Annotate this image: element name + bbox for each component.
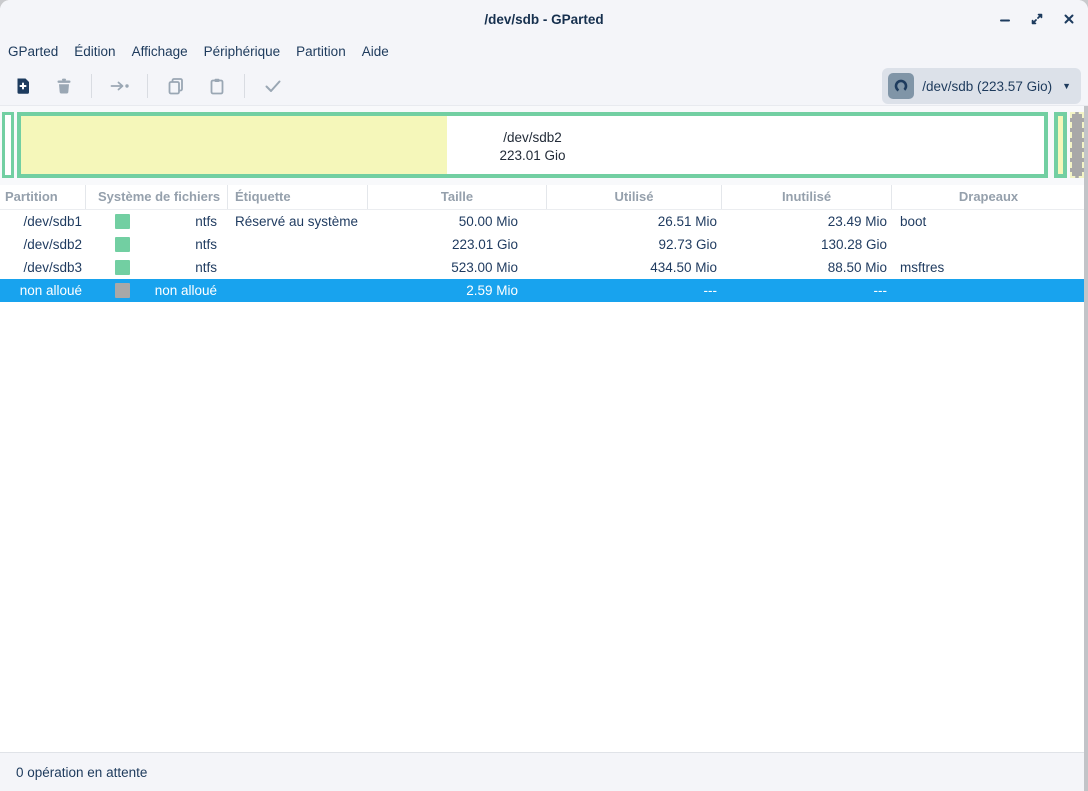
checkmark-icon — [263, 76, 283, 96]
menu-item-gparted[interactable]: GParted — [0, 38, 66, 66]
filesystem-name: ntfs — [195, 260, 217, 275]
trash-icon — [54, 76, 74, 96]
menu-item-aide[interactable]: Aide — [354, 38, 397, 66]
partition-table-body: /dev/sdb1 ntfs Réservé au système 50.00 … — [0, 210, 1088, 752]
flags-cell: boot — [892, 210, 1085, 233]
used-cell: 26.51 Mio — [547, 210, 722, 233]
partition-cell: /dev/sdb2 — [0, 233, 86, 256]
paste-button[interactable] — [196, 68, 237, 104]
table-row[interactable]: /dev/sdb2 ntfs 223.01 Gio 92.73 Gio 130.… — [0, 233, 1088, 256]
vertical-scrollbar[interactable] — [1084, 106, 1088, 791]
column-header-size[interactable]: Taille — [368, 185, 547, 209]
title-bar: /dev/sdb - GParted — [0, 0, 1088, 38]
table-row[interactable]: /dev/sdb1 ntfs Réservé au système 50.00 … — [0, 210, 1088, 233]
partition-table-header: Partition Système de fichiers Étiquette … — [0, 185, 1088, 210]
filesystem-color-swatch — [115, 214, 130, 229]
table-row[interactable]: non alloué non alloué 2.59 Mio --- --- — [0, 279, 1088, 302]
partition-segment-label: /dev/sdb2 223.01 Gio — [21, 129, 1044, 165]
filesystem-color-swatch — [115, 283, 130, 298]
menu-item-peripherique[interactable]: Périphérique — [196, 38, 289, 66]
copy-button[interactable] — [155, 68, 196, 104]
column-header-filesystem[interactable]: Système de fichiers — [86, 185, 228, 209]
size-cell: 2.59 Mio — [368, 279, 547, 302]
filesystem-color-swatch — [115, 237, 130, 252]
column-header-partition[interactable]: Partition — [0, 185, 86, 209]
filesystem-name: ntfs — [195, 214, 217, 229]
filesystem-name: ntfs — [195, 237, 217, 252]
gparted-window: /dev/sdb - GParted GParted Édition Affic… — [0, 0, 1088, 791]
partition-segment-unallocated[interactable] — [1070, 112, 1084, 178]
status-bar: 0 opération en attente — [0, 752, 1088, 791]
partition-segment-sdb1[interactable] — [2, 112, 14, 178]
unused-cell: 23.49 Mio — [722, 210, 892, 233]
device-selector[interactable]: /dev/sdb (223.57 Gio) ▼ — [882, 68, 1081, 104]
partition-cell: /dev/sdb1 — [0, 210, 86, 233]
menu-item-partition[interactable]: Partition — [288, 38, 354, 66]
flags-cell: msftres — [892, 256, 1085, 279]
unused-cell: 130.28 Gio — [722, 233, 892, 256]
toolbar-separator — [244, 74, 245, 98]
unused-cell: 88.50 Mio — [722, 256, 892, 279]
partition-cell: /dev/sdb3 — [0, 256, 86, 279]
resize-move-button[interactable] — [99, 68, 140, 104]
filesystem-name: non alloué — [155, 283, 217, 298]
filesystem-cell: ntfs — [86, 233, 228, 256]
table-row[interactable]: /dev/sdb3 ntfs 523.00 Mio 434.50 Mio 88.… — [0, 256, 1088, 279]
clipboard-icon — [207, 76, 227, 96]
size-cell: 223.01 Gio — [368, 233, 547, 256]
column-header-flags[interactable]: Drapeaux — [892, 185, 1085, 209]
copy-icon — [166, 76, 186, 96]
partition-cell: non alloué — [0, 279, 86, 302]
device-selector-label: /dev/sdb (223.57 Gio) — [922, 79, 1052, 94]
disk-visual-bar: /dev/sdb2 223.01 Gio — [0, 106, 1088, 185]
apply-button[interactable] — [252, 68, 293, 104]
restore-icon — [1030, 12, 1044, 26]
toolbar: /dev/sdb (223.57 Gio) ▼ — [0, 66, 1088, 106]
filesystem-cell: ntfs — [86, 210, 228, 233]
used-cell: --- — [547, 279, 722, 302]
arrow-dot-icon — [109, 76, 131, 96]
window-title: /dev/sdb - GParted — [484, 12, 603, 27]
close-icon — [1062, 12, 1076, 26]
window-controls — [998, 0, 1076, 38]
partition-segment-sdb3[interactable] — [1054, 112, 1067, 178]
used-cell: 434.50 Mio — [547, 256, 722, 279]
column-header-unused[interactable]: Inutilisé — [722, 185, 892, 209]
toolbar-separator — [91, 74, 92, 98]
menu-item-edition[interactable]: Édition — [66, 38, 123, 66]
column-header-used[interactable]: Utilisé — [547, 185, 722, 209]
menu-item-affichage[interactable]: Affichage — [124, 38, 196, 66]
filesystem-cell: non alloué — [86, 279, 228, 302]
close-button[interactable] — [1062, 12, 1076, 26]
minimize-icon — [998, 12, 1012, 26]
label-cell: Réservé au système — [228, 210, 368, 233]
document-plus-icon — [13, 76, 33, 96]
delete-partition-button[interactable] — [43, 68, 84, 104]
column-header-label[interactable]: Étiquette — [228, 185, 368, 209]
used-cell: 92.73 Gio — [547, 233, 722, 256]
new-partition-button[interactable] — [2, 68, 43, 104]
hard-disk-icon — [888, 73, 914, 99]
chevron-down-icon: ▼ — [1062, 81, 1071, 91]
toolbar-separator — [147, 74, 148, 98]
restore-button[interactable] — [1030, 12, 1044, 26]
minimize-button[interactable] — [998, 12, 1012, 26]
menu-bar: GParted Édition Affichage Périphérique P… — [0, 38, 1088, 66]
filesystem-cell: ntfs — [86, 256, 228, 279]
partition-segment-device: /dev/sdb2 — [21, 129, 1044, 147]
size-cell: 50.00 Mio — [368, 210, 547, 233]
partition-segment-sdb2[interactable]: /dev/sdb2 223.01 Gio — [17, 112, 1048, 178]
size-cell: 523.00 Mio — [368, 256, 547, 279]
status-text: 0 opération en attente — [16, 765, 147, 780]
unused-cell: --- — [722, 279, 892, 302]
partition-segment-size: 223.01 Gio — [21, 147, 1044, 165]
filesystem-color-swatch — [115, 260, 130, 275]
